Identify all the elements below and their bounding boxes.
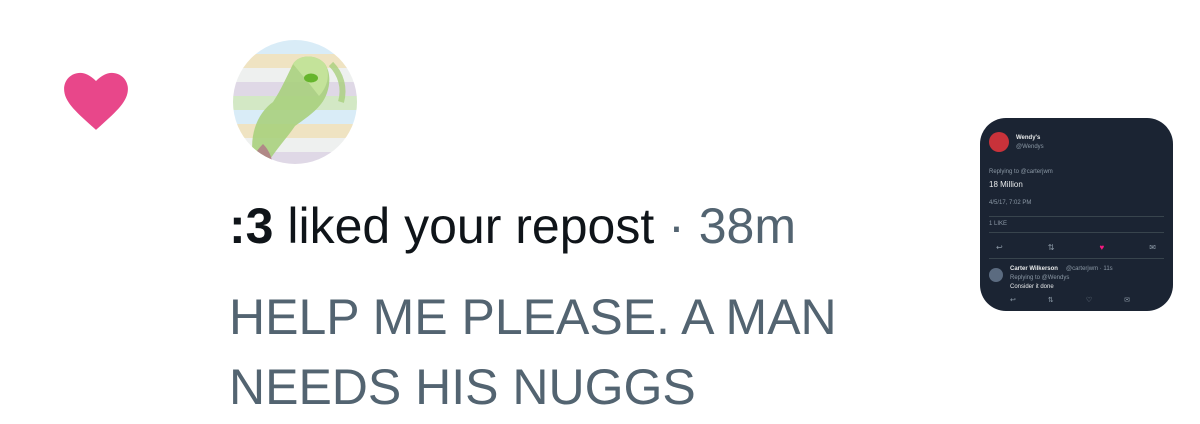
- separator: ·: [668, 198, 685, 254]
- avatar[interactable]: [233, 40, 357, 164]
- liker-name[interactable]: :3: [229, 198, 273, 254]
- thumbnail-reply-name: Carter Wilkerson: [1010, 266, 1058, 272]
- thumbnail-reply-avatar: [989, 268, 1003, 282]
- notification-summary[interactable]: :3 liked your repost · 38m: [229, 196, 949, 256]
- retweet-icon: ⇅: [1047, 297, 1054, 304]
- timestamp: 38m: [698, 198, 796, 254]
- thumbnail-actions: ↩ ⇅ ♥ ✉: [996, 243, 1156, 252]
- post-thumbnail[interactable]: Wendy's @Wendys Replying to @carterjwm 1…: [980, 118, 1173, 311]
- thumbnail-reply-handle: @carterjwm · 11s: [1066, 266, 1113, 272]
- dm-icon: ✉: [1124, 297, 1130, 304]
- dm-icon: ✉: [1149, 243, 1156, 252]
- reply-icon: ↩: [996, 243, 1003, 252]
- thumbnail-divider: [989, 232, 1164, 233]
- heart-shape: [64, 72, 128, 130]
- thumbnail-author-handle: @Wendys: [1016, 144, 1044, 150]
- thumbnail-divider: [989, 258, 1164, 259]
- thumbnail-reply-actions: ↩ ⇅ ♡ ✉: [1010, 296, 1130, 304]
- thumbnail-likes: 1 LIKE: [989, 221, 1008, 227]
- notification-action: liked your repost: [287, 198, 655, 254]
- thumbnail-avatar: [989, 132, 1009, 152]
- like-icon: ♡: [1085, 297, 1093, 304]
- thumbnail-replying-to: Replying to @carterjwm: [989, 169, 1053, 175]
- heart-icon: [64, 72, 128, 130]
- thumbnail-reply-text: Consider it done: [1010, 284, 1054, 290]
- thumbnail-reply-replying-to: Replying to @Wendys: [1010, 275, 1070, 281]
- thumbnail-date: 4/5/17, 7:02 PM: [989, 200, 1032, 206]
- reposted-post-text[interactable]: HELP ME PLEASE. A MAN NEEDS HIS NUGGS: [229, 282, 929, 422]
- thumbnail-divider: [989, 216, 1164, 217]
- thumbnail-tweet-text: 18 Million: [989, 180, 1023, 189]
- like-icon: ♥: [1099, 243, 1105, 252]
- avatar-character: [251, 56, 346, 164]
- thumbnail-author-name: Wendy's: [1016, 135, 1041, 141]
- reply-icon: ↩: [1010, 297, 1016, 304]
- retweet-icon: ⇅: [1047, 243, 1055, 252]
